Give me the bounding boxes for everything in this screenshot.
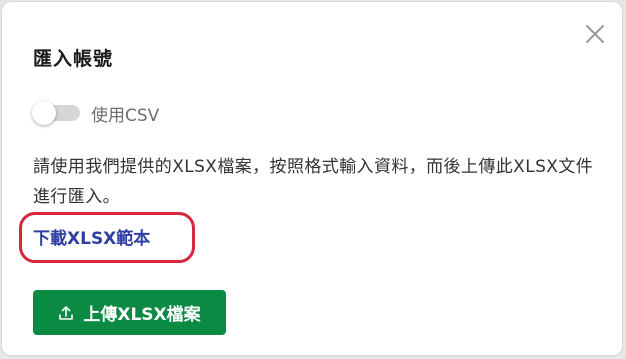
csv-toggle-row: 使用CSV <box>32 100 159 126</box>
close-icon <box>586 25 604 43</box>
dialog-title: 匯入帳號 <box>33 48 114 70</box>
use-csv-label: 使用CSV <box>91 105 160 126</box>
close-button[interactable] <box>583 22 607 46</box>
toggle-knob <box>32 101 56 125</box>
download-template-link[interactable]: 下載XLSX範本 <box>33 224 150 249</box>
import-account-dialog: 匯入帳號 使用CSV 請使用我們提供的XLSX檔案，按照格式輸入資料，而後上傳此… <box>1 1 623 356</box>
upload-icon <box>59 305 74 320</box>
use-csv-toggle[interactable] <box>32 100 80 126</box>
instructions-text: 請使用我們提供的XLSX檔案，按照格式輸入資料，而後上傳此XLSX文件進行匯入。 <box>33 157 594 207</box>
upload-xlsx-button[interactable]: 上傳XLSX檔案 <box>33 290 226 335</box>
upload-button-label: 上傳XLSX檔案 <box>83 305 201 325</box>
